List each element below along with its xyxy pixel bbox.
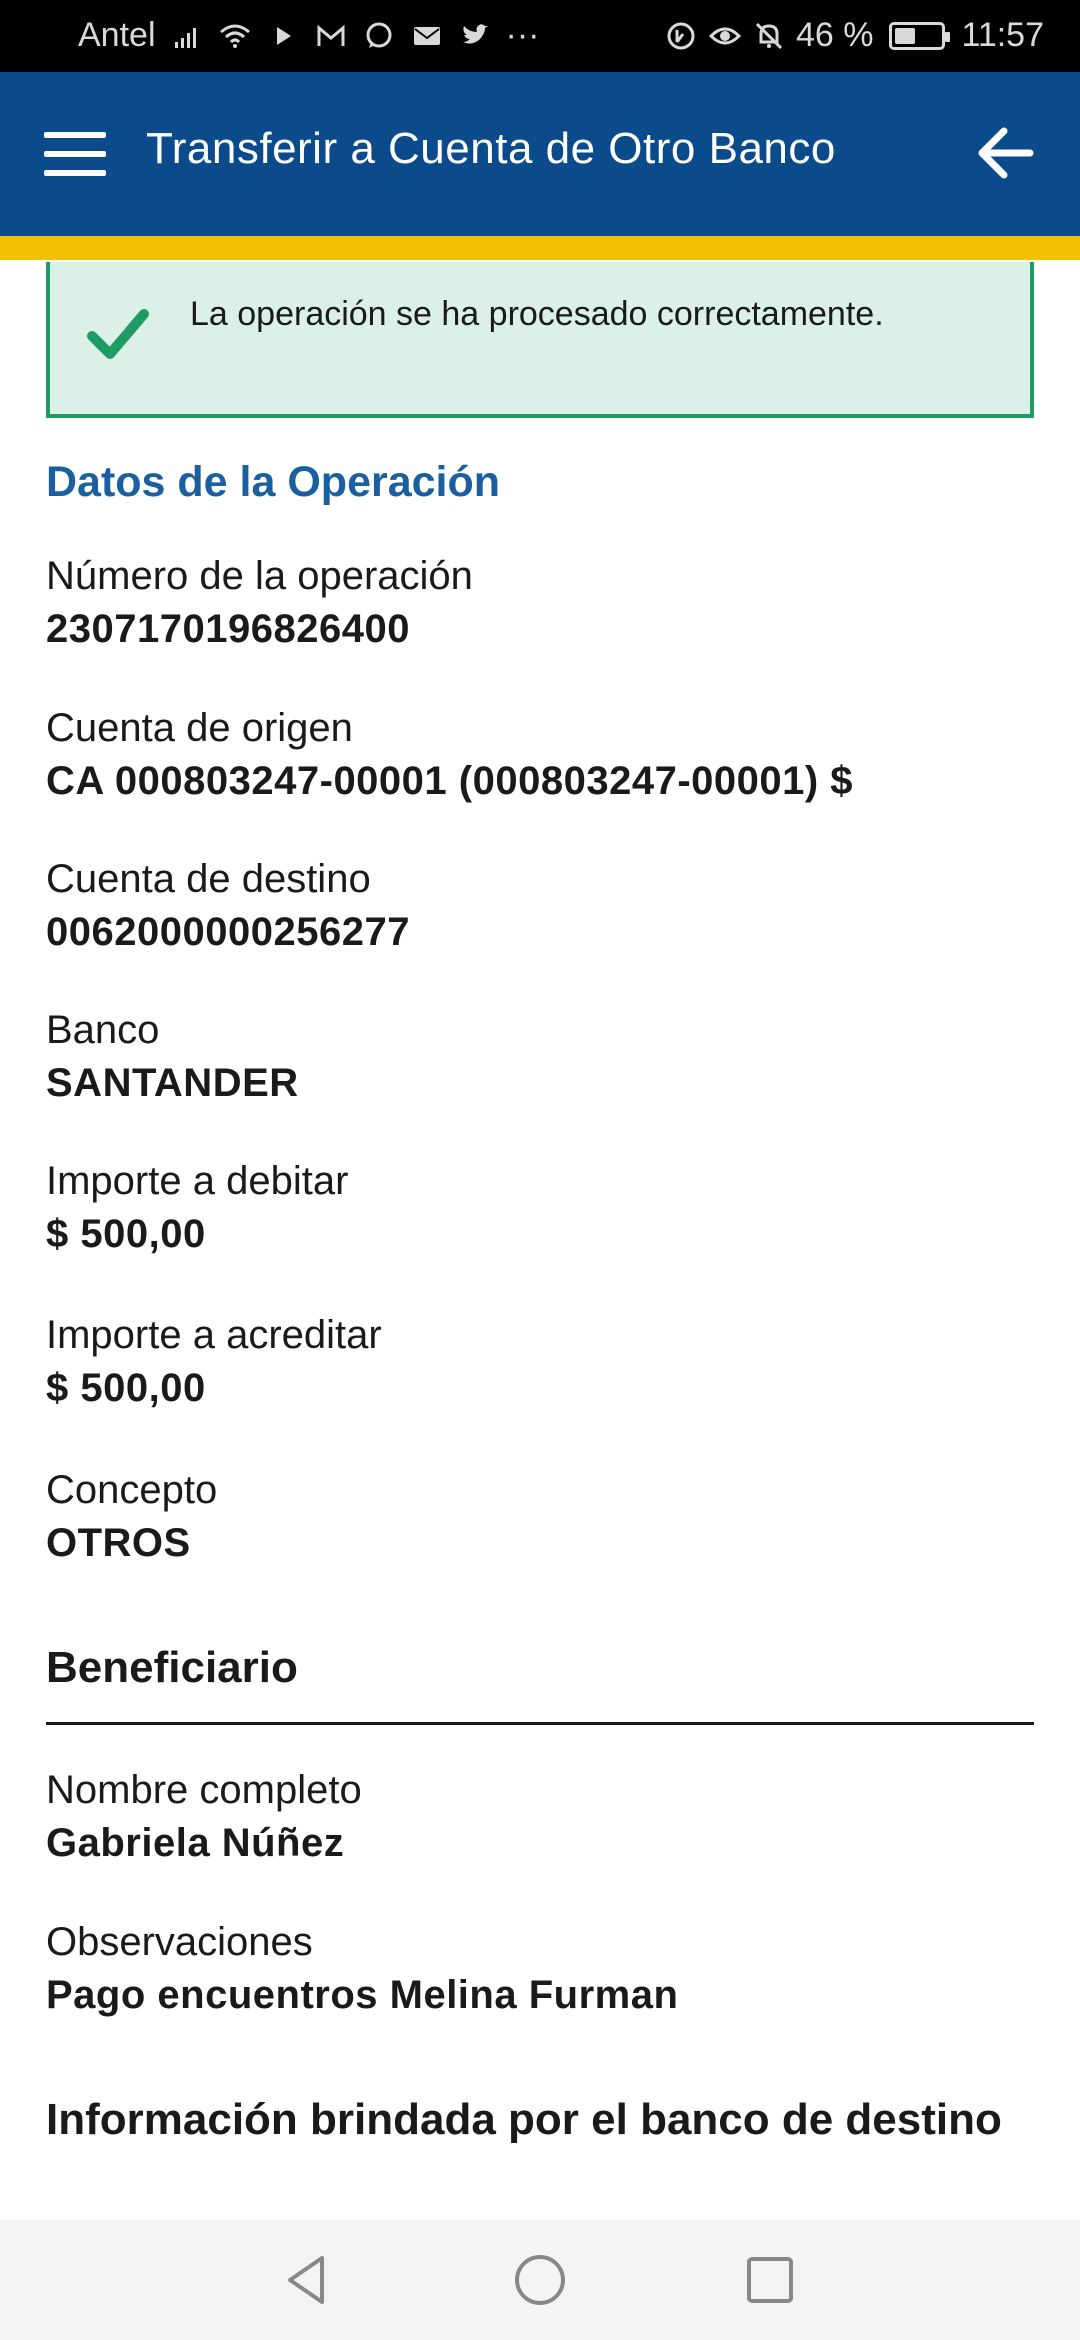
more-dots-icon: ··· (505, 16, 540, 54)
arrow-left-icon (978, 127, 1034, 179)
field-label: Concepto (46, 1468, 218, 1512)
carrier-label: Antel (78, 16, 156, 54)
status-bar: Antel ··· 46 % 11:57 (0, 0, 1080, 72)
back-triangle-icon[interactable] (278, 2250, 338, 2310)
home-circle-icon[interactable] (510, 2250, 570, 2310)
field-concept: Concepto OTROS (46, 1464, 1036, 1570)
success-alert: La operación se ha procesado correctamen… (46, 262, 1034, 418)
field-value: SANTANDER (46, 1061, 299, 1105)
section-title-operation: Datos de la Operación (46, 458, 501, 506)
field-operation-number: Número de la operación 2307170196826400 (46, 550, 1036, 656)
field-label: Nombre completo (46, 1768, 362, 1812)
recents-square-icon[interactable] (740, 2250, 800, 2310)
back-button[interactable] (970, 118, 1040, 188)
hamburger-icon-line (44, 170, 106, 176)
accent-stripe (0, 236, 1080, 260)
field-source-account: Cuenta de origen CA 000803247-00001 (000… (46, 702, 1036, 808)
field-credit-amount: Importe a acreditar $ 500,00 (46, 1309, 1036, 1415)
field-label: Importe a acreditar (46, 1313, 382, 1357)
field-value: 2307170196826400 (46, 607, 410, 651)
field-label: Cuenta de origen (46, 706, 353, 750)
app-bar: Transferir a Cuenta de Otro Banco (0, 72, 1080, 236)
heading-beneficiary: Beneficiario (46, 1643, 298, 1692)
play-icon (266, 19, 300, 53)
battery-icon (889, 21, 951, 50)
field-label: Observaciones (46, 1920, 313, 1964)
field-value: $ 500,00 (46, 1366, 206, 1410)
field-debit-amount: Importe a debitar $ 500,00 (46, 1155, 1036, 1261)
field-value: CA 000803247-00001 (000803247-00001) $ (46, 759, 854, 803)
battery-fill (895, 27, 916, 44)
page-title: Transferir a Cuenta de Otro Banco (146, 124, 836, 173)
whatsapp-icon (362, 19, 396, 53)
clock: 11:57 (961, 16, 1044, 54)
field-bank: Banco SANTANDER (46, 1004, 1036, 1110)
field-label: Importe a debitar (46, 1159, 349, 1203)
divider (46, 1722, 1034, 1725)
field-label: Banco (46, 1008, 160, 1052)
field-destination-account: Cuenta de destino 0062000000256277 (46, 853, 1036, 959)
field-value: Gabriela Núñez (46, 1821, 345, 1865)
field-observations: Observaciones Pago encuentros Melina Fur… (46, 1916, 1036, 2022)
hamburger-icon-line (44, 132, 106, 138)
signal-icon (170, 19, 204, 53)
field-value: Pago encuentros Melina Furman (46, 1973, 679, 2017)
data-saver-icon (664, 19, 698, 53)
battery-percent: 46 % (795, 16, 874, 54)
field-full-name: Nombre completo Gabriela Núñez (46, 1764, 1036, 1870)
wifi-icon (218, 19, 252, 53)
hamburger-icon-line (44, 151, 106, 157)
heading-bank-info: Información brindada por el banco de des… (46, 2095, 1002, 2144)
field-value: $ 500,00 (46, 1212, 206, 1256)
field-value: OTROS (46, 1521, 191, 1565)
field-label: Número de la operación (46, 554, 473, 598)
field-label: Cuenta de destino (46, 857, 371, 901)
alarm-off-icon (752, 19, 786, 53)
gmail-icon (314, 19, 348, 53)
navigation-bar (0, 2220, 1080, 2340)
mail-icon (410, 19, 444, 53)
eye-icon (708, 19, 742, 53)
twitter-icon (458, 19, 492, 53)
menu-button[interactable] (44, 126, 108, 182)
field-value: 0062000000256277 (46, 910, 410, 954)
check-icon (87, 309, 149, 359)
success-message: La operación se ha procesado correctamen… (190, 295, 884, 333)
